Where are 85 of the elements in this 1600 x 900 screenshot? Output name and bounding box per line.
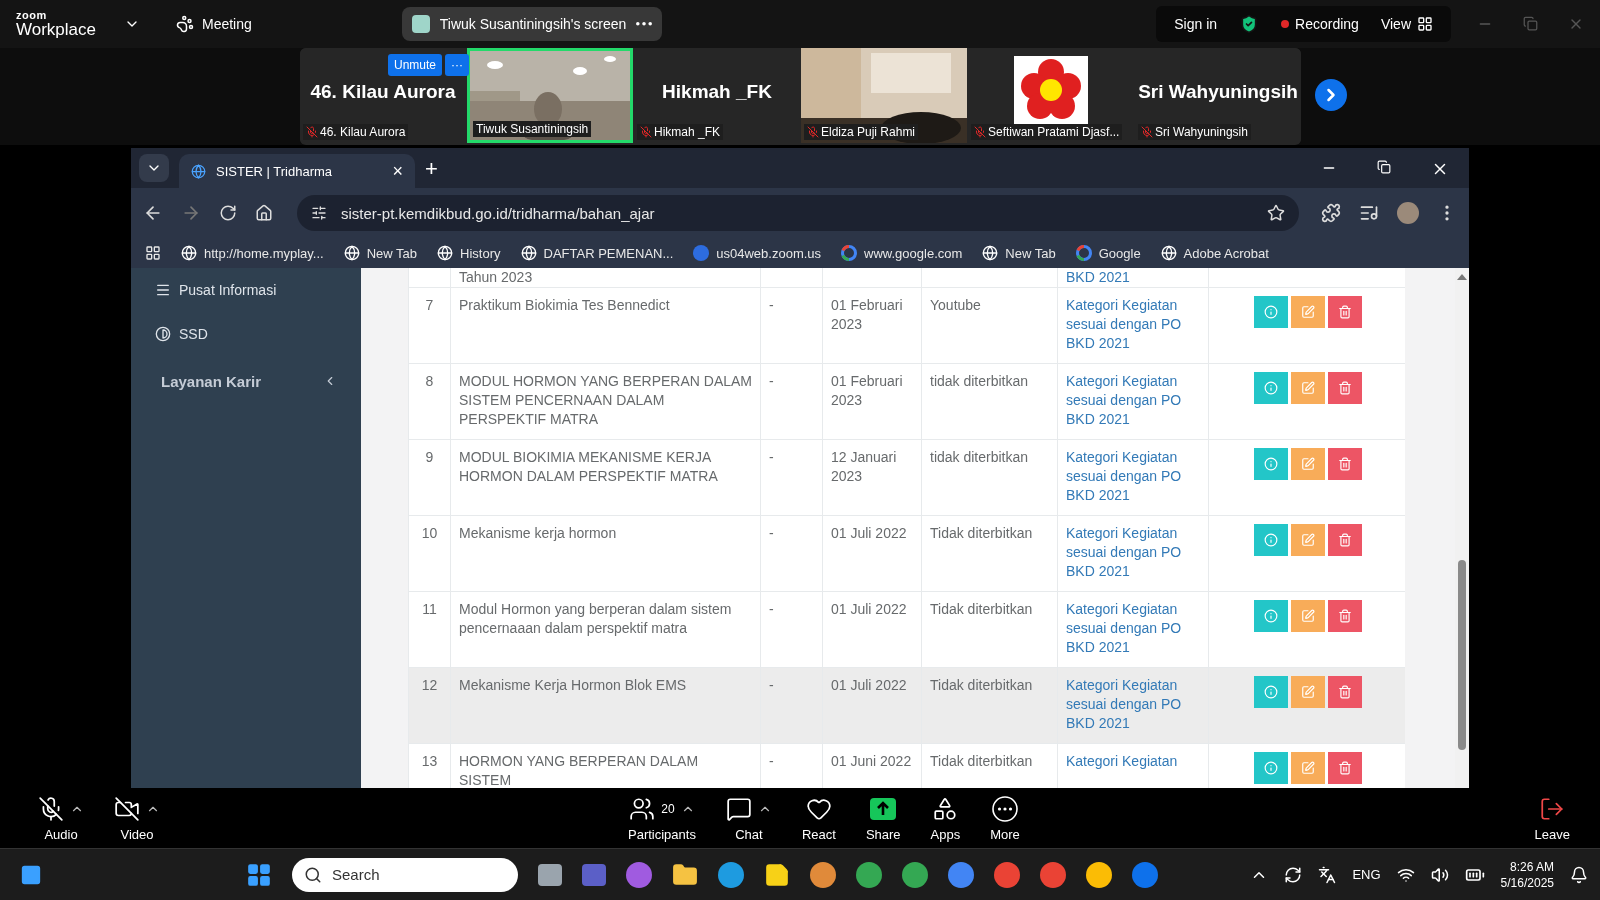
bookmark-item[interactable]: http://home.myplay... [181,245,324,261]
bookmark-item[interactable]: DAFTAR PEMENAN... [520,245,674,261]
react-button[interactable]: React [801,794,836,842]
bookmark-item[interactable]: Adobe Acrobat [1160,245,1269,261]
title-cell: Praktikum Biokimia Tes Bennedict [450,288,760,363]
table-cell: - [760,592,822,667]
participant-name: Hikmah _FK [637,124,724,140]
share-status-pill[interactable]: Tiwuk Susantiningsih's screen [401,7,663,41]
category-link[interactable]: Kategori Kegiatan sesuai dengan PO BKD 2021 [1066,372,1200,429]
participant-tile[interactable]: Tiwuk Susantiningsih [467,48,633,143]
app-logo: zoom Workplace [16,10,96,38]
category-link[interactable]: Kategori Kegiatan sesuai dengan PO BKD 2021 [1066,296,1200,353]
more-button[interactable]: ··· [445,54,470,76]
sign-in-button[interactable]: Sign in [1174,16,1218,32]
date-cell: 01 Juli 2022 [822,592,921,667]
search-field[interactable]: Search [292,857,518,892]
category-link[interactable]: Kategori Kegiatan sesuai dengan PO BKD 2021 [1066,676,1200,733]
participant-name: 46. Kilau Aurora [303,124,409,140]
publisher-cell: tidak diterbitkan [921,364,1057,439]
bookmark-item[interactable]: New Tab [982,245,1056,261]
category-link[interactable]: Kategori Kegiatan [1066,752,1200,771]
title-cell: Modul Hormon yang berperan dalam sistem pencernaaan dalam perspektif matra [450,592,760,667]
participant-name: Sri Wahyuningsih [1138,124,1251,140]
leave-button[interactable]: Leave [1534,794,1570,842]
date-cell: 01 Juli 2022 [822,668,921,743]
publisher-cell: Tidak diterbitkan [921,516,1057,591]
bookmark-item[interactable]: History [437,245,501,261]
publisher-cell: Youtube [921,288,1057,363]
audio-button[interactable]: Audio [38,794,84,842]
row-number: 8 [408,364,450,439]
category-link[interactable]: Kategori Kegiatan sesuai dengan PO BKD 2021 [1066,600,1200,657]
sidebar-item[interactable]: Layanan Karir [131,356,361,406]
title-cell: MODUL BIOKIMIA MEKANISME KERJA HORMON DALAM PERSPEKTIF MATRA [450,440,760,515]
address-bar[interactable]: sister-pt.kemdikbud.go.id/tridharma/bahan_ajar [297,195,1299,231]
title-cell: MODUL HORMON YANG BERPERAN DALAM SISTEM PENCERNAAN DALAM PERSPEKTIF MATRA [450,364,760,439]
table-cell: - [760,668,822,743]
unmute-button[interactable]: Unmute [388,54,443,76]
recording-indicator[interactable]: Recording [1281,16,1359,32]
share-button[interactable]: Share [865,794,901,842]
date-cell: 01 Februari 2023 [822,288,921,363]
bookmark-item[interactable]: www.google.com [841,245,963,261]
title-cell: Mekanisme Kerja Hormon Blok EMS [450,668,760,743]
language-indicator[interactable]: ENG [1352,867,1381,882]
row-number: 10 [408,516,450,591]
row-number: 9 [408,440,450,515]
chat-button[interactable]: Chat [725,794,772,842]
bookmark-item[interactable]: Google [1075,245,1141,261]
row-number: 11 [408,592,450,667]
category-link[interactable]: BKD 2021 [1066,268,1200,287]
participant-name: Eldiza Puji Rahmi [804,124,919,140]
publisher-cell: Tidak diterbitkan [921,592,1057,667]
tab-close[interactable]: × [392,162,403,180]
meeting-button[interactable]: Meeting [176,15,252,33]
table-cell: - [760,516,822,591]
table-cell: - [760,364,822,439]
clock[interactable]: 8:26 AM 5/16/2025 [1500,858,1554,891]
more-button[interactable]: More [990,794,1020,842]
video-button[interactable]: Video [114,794,160,842]
participant-count: 20 [661,801,675,816]
category-link[interactable]: Kategori Kegiatan sesuai dengan PO BKD 2021 [1066,524,1200,581]
sidebar-item[interactable]: SSD [131,312,361,356]
row-number: 7 [408,288,450,363]
row-number: 12 [408,668,450,743]
bookmark-item[interactable]: New Tab [343,245,418,261]
apps-button[interactable]: Apps [930,794,961,842]
new-tab-button[interactable]: + [425,156,438,182]
participants-button[interactable]: 20 Participants [628,794,696,842]
table-cell: - [760,288,822,363]
bookmark-item[interactable]: us04web.zoom.us [693,245,822,261]
category-link[interactable]: Kategori Kegiatan sesuai dengan PO BKD 2021 [1066,448,1200,505]
sidebar-item[interactable]: Pusat Informasi [131,268,361,312]
title-cell: Mekanisme kerja hormon [450,516,760,591]
table-cell: - [760,440,822,515]
participant-name: Seftiwan Pratami Djasf... [971,124,1123,140]
publisher-cell: Tidak diterbitkan [921,668,1057,743]
date-cell: 12 Januari 2023 [822,440,921,515]
date-cell: 01 Februari 2023 [822,364,921,439]
participant-tile[interactable]: Eldiza Puji Rahmi [801,48,967,143]
participant-tile[interactable]: Sri Wahyuningsih Sri Wahyuningsih [1135,48,1301,143]
browser-tab[interactable]: SISTER | Tridharma × [179,154,415,188]
view-button[interactable]: View [1380,16,1433,32]
title-cell: Tahun 2023 [450,268,760,287]
participant-name: Tiwuk Susantiningsih [473,121,592,137]
date-cell: 01 Juli 2022 [822,516,921,591]
publisher-cell: tidak diterbitkan [921,440,1057,515]
